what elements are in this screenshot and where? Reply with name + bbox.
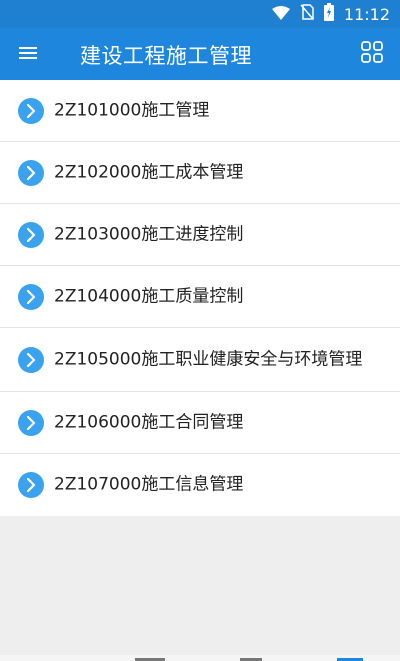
list-item[interactable]: 2Z107000施工信息管理 bbox=[0, 454, 400, 516]
chevron-right-icon bbox=[18, 159, 44, 186]
list-item[interactable]: 2Z102000施工成本管理 bbox=[0, 142, 400, 204]
chevron-right-icon bbox=[18, 472, 44, 498]
list-item-label: 2Z105000施工职业健康安全与环境管理 bbox=[54, 349, 363, 369]
list-item-label: 2Z102000施工成本管理 bbox=[54, 162, 244, 182]
page-title: 建设工程施工管理 bbox=[80, 44, 252, 68]
bottom-nav-edge bbox=[0, 655, 400, 661]
battery-charging-icon bbox=[323, 3, 334, 25]
status-time: 11:12 bbox=[343, 4, 390, 24]
list-item[interactable]: 2Z101000施工管理 bbox=[0, 80, 400, 142]
list-item[interactable]: 2Z106000施工合同管理 bbox=[0, 392, 400, 454]
status-bar: 11:12 bbox=[0, 0, 400, 28]
menu-icon bbox=[19, 45, 37, 64]
list-item[interactable]: 2Z104000施工质量控制 bbox=[0, 266, 400, 328]
list-item-label: 2Z103000施工进度控制 bbox=[54, 224, 244, 244]
chevron-right-icon bbox=[18, 97, 44, 124]
list-item-label: 2Z106000施工合同管理 bbox=[54, 412, 244, 432]
chevron-right-icon bbox=[18, 346, 44, 373]
chapter-list: 2Z101000施工管理 2Z102000施工成本管理 2Z103000施工进度… bbox=[0, 80, 400, 516]
grid-view-button[interactable] bbox=[354, 36, 390, 72]
grid-icon bbox=[361, 41, 383, 67]
chevron-right-icon bbox=[18, 283, 44, 310]
wifi-icon bbox=[271, 5, 290, 24]
chevron-right-icon bbox=[18, 221, 44, 248]
list-item-label: 2Z104000施工质量控制 bbox=[54, 286, 244, 306]
menu-button[interactable] bbox=[10, 36, 46, 72]
no-sim-icon bbox=[300, 4, 314, 24]
list-item-label: 2Z101000施工管理 bbox=[54, 100, 210, 120]
status-icons: 11:12 bbox=[271, 0, 390, 28]
list-item-label: 2Z107000施工信息管理 bbox=[54, 474, 244, 495]
chevron-right-icon bbox=[18, 409, 44, 436]
app-bar: 建设工程施工管理 bbox=[0, 28, 400, 80]
list-item[interactable]: 2Z103000施工进度控制 bbox=[0, 204, 400, 266]
list-item[interactable]: 2Z105000施工职业健康安全与环境管理 bbox=[0, 328, 400, 392]
